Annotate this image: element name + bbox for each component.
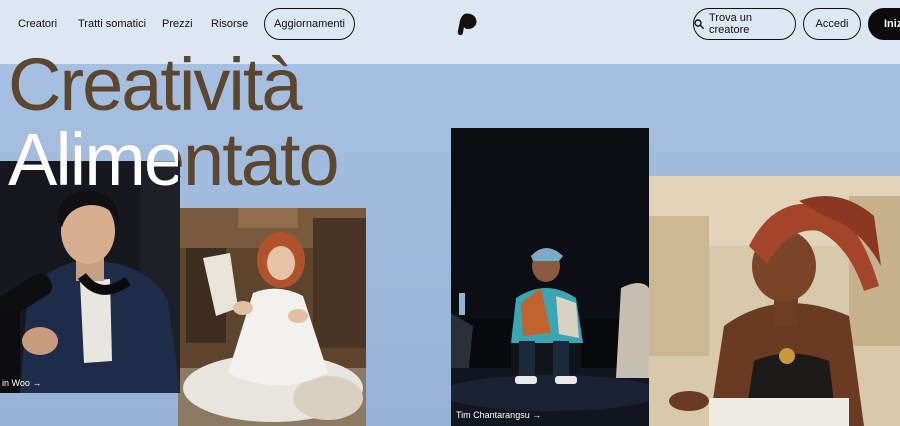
find-creator-button[interactable]: Trova un creatore xyxy=(693,8,796,40)
login-label: Accedi xyxy=(815,18,849,30)
creator-card-artist[interactable] xyxy=(649,176,900,426)
creator-card-performer[interactable] xyxy=(451,128,649,426)
nav-pricing-link[interactable]: Prezzi xyxy=(162,17,193,31)
creator-name-caption[interactable]: in Woo → xyxy=(2,378,41,389)
performer-photo xyxy=(451,128,649,426)
login-button[interactable]: Accedi xyxy=(803,8,861,40)
writer-photo xyxy=(178,208,366,426)
find-creator-label: Trova un creatore xyxy=(709,12,753,36)
creator-card-writer[interactable] xyxy=(178,208,366,426)
hero-title-overlay: Alimentato xyxy=(0,123,178,203)
updates-button-label: Aggiornamenti xyxy=(274,18,345,30)
updates-button[interactable]: Aggiornamenti xyxy=(264,8,355,40)
patreon-logo-icon[interactable] xyxy=(456,12,478,36)
get-started-button[interactable]: Inizi xyxy=(868,8,900,40)
hero-title-line-1: Creatività xyxy=(8,43,303,126)
creator-name-caption-2[interactable]: Tim Chantarangsu → xyxy=(456,410,541,421)
artist-photo xyxy=(649,176,900,426)
nav-creators-link[interactable]: Creatori xyxy=(18,17,57,31)
nav-resources-link[interactable]: Risorse xyxy=(211,17,248,31)
nav-features-link[interactable]: Tratti somatici xyxy=(78,17,146,31)
hero-title-overlay-text: Alimentato xyxy=(8,123,178,201)
get-started-label: Inizi xyxy=(884,18,900,30)
search-icon xyxy=(694,19,704,29)
